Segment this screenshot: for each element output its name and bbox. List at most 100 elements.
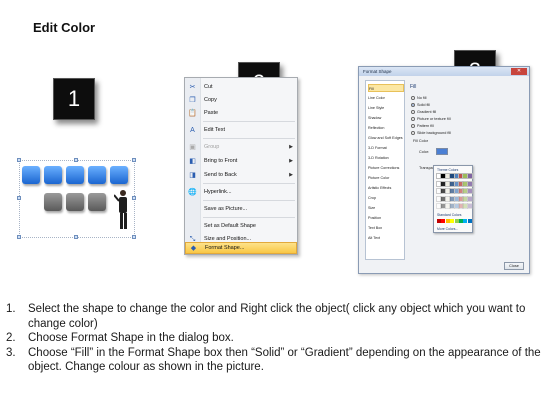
color-swatch[interactable]	[449, 180, 456, 187]
close-button[interactable]: Close	[504, 262, 524, 270]
category-item[interactable]: 3-D Format	[368, 144, 404, 152]
blue-shape[interactable]	[44, 166, 62, 184]
color-picker-button[interactable]	[436, 148, 448, 155]
color-swatch[interactable]	[444, 173, 451, 179]
resize-handle[interactable]	[17, 196, 21, 200]
dialog-titlebar[interactable]: Format Shape ✕	[359, 67, 529, 76]
color-swatch[interactable]	[440, 173, 447, 179]
category-item[interactable]: Picture Color	[368, 174, 404, 182]
color-swatch[interactable]	[453, 195, 460, 202]
category-item[interactable]: Reflection	[368, 124, 404, 132]
menu-item-set-default-shape[interactable]: Set as Default Shape	[185, 220, 297, 232]
color-swatch[interactable]	[436, 195, 442, 202]
category-item[interactable]: 3-D Rotation	[368, 154, 404, 162]
menu-item-hyperlink[interactable]: 🌐 Hyperlink...	[185, 186, 297, 198]
standard-color-swatch[interactable]	[445, 219, 450, 223]
color-swatch[interactable]	[436, 188, 442, 194]
standard-color-swatch[interactable]	[450, 219, 455, 223]
color-swatch[interactable]	[453, 173, 460, 179]
radio-pattern-fill[interactable]: Pattern fill	[411, 124, 434, 128]
radio-no-fill[interactable]: No fill	[411, 96, 427, 100]
resize-handle[interactable]	[74, 235, 78, 239]
color-swatch[interactable]	[440, 180, 447, 187]
blue-shape[interactable]	[110, 166, 128, 184]
menu-item-send-to-back[interactable]: ◨ Send to Back ▶	[185, 169, 297, 181]
resize-handle[interactable]	[132, 235, 136, 239]
radio-gradient-fill[interactable]: Gradient fill	[411, 110, 436, 114]
radio-picture-fill[interactable]: Picture or texture fill	[411, 117, 451, 121]
gray-shape[interactable]	[44, 193, 62, 211]
category-item[interactable]: Crop	[368, 194, 404, 202]
category-item[interactable]: Glow and Soft Edges	[368, 134, 404, 142]
resize-handle[interactable]	[74, 158, 78, 162]
color-swatch[interactable]	[458, 180, 464, 187]
menu-item-save-as-picture[interactable]: Save as Picture...	[185, 203, 297, 215]
color-swatch[interactable]	[449, 173, 456, 179]
color-swatch[interactable]	[462, 180, 469, 187]
color-swatch[interactable]	[458, 195, 464, 202]
color-swatch[interactable]	[449, 188, 456, 194]
color-swatch[interactable]	[440, 195, 447, 202]
color-swatch[interactable]	[466, 173, 473, 179]
category-item[interactable]: Size	[368, 204, 404, 212]
menu-item-format-shape[interactable]: ◆ Format Shape...	[185, 242, 297, 254]
color-swatch[interactable]	[440, 203, 447, 209]
resize-handle[interactable]	[132, 158, 136, 162]
resize-handle[interactable]	[132, 196, 136, 200]
menu-item-paste[interactable]: 📋 Paste	[185, 107, 297, 119]
color-swatch[interactable]	[458, 173, 464, 179]
color-swatch[interactable]	[458, 203, 464, 209]
category-item[interactable]: Picture Corrections	[368, 164, 404, 172]
standard-color-swatch[interactable]	[463, 219, 468, 223]
standard-color-swatch[interactable]	[459, 219, 463, 223]
radio-slide-bg-fill[interactable]: Slide background fill	[411, 131, 451, 135]
menu-item-cut[interactable]: ✂ Cut	[185, 81, 297, 93]
color-swatch[interactable]	[462, 203, 469, 209]
slide-preview[interactable]	[17, 155, 136, 241]
color-swatch[interactable]	[436, 203, 442, 209]
color-swatch[interactable]	[444, 195, 451, 202]
color-swatch[interactable]	[444, 180, 451, 187]
standard-color-swatch[interactable]	[437, 219, 441, 223]
blue-shape[interactable]	[66, 166, 84, 184]
close-icon[interactable]: ✕	[511, 68, 527, 75]
category-item[interactable]: Text Box	[368, 224, 404, 232]
standard-color-swatch[interactable]	[441, 219, 446, 223]
gray-shape[interactable]	[88, 193, 106, 211]
gray-shape[interactable]	[66, 193, 84, 211]
category-item[interactable]: Position	[368, 214, 404, 222]
blue-shape[interactable]	[22, 166, 40, 184]
color-swatch[interactable]	[466, 195, 473, 202]
more-colors-link[interactable]: More Colors...	[437, 227, 458, 231]
resize-handle[interactable]	[17, 158, 21, 162]
menu-item-copy[interactable]: ❐ Copy	[185, 94, 297, 106]
menu-item-bring-to-front[interactable]: ◧ Bring to Front ▶	[185, 155, 297, 167]
category-item[interactable]: Alt Text	[368, 234, 404, 242]
standard-color-swatch[interactable]	[454, 219, 459, 223]
color-swatch[interactable]	[436, 173, 442, 179]
radio-solid-fill[interactable]: Solid fill	[411, 103, 430, 107]
category-fill[interactable]: Fill	[368, 84, 404, 92]
blue-shape[interactable]	[88, 166, 106, 184]
color-swatch[interactable]	[462, 188, 469, 194]
category-item[interactable]: Artistic Effects	[368, 184, 404, 192]
menu-item-edit-text[interactable]: A Edit Text	[185, 124, 297, 136]
category-item[interactable]: Shadow	[368, 114, 404, 122]
color-swatch[interactable]	[444, 188, 451, 194]
category-item[interactable]: Line Color	[368, 94, 404, 102]
menu-item-group[interactable]: ▣ Group ▶	[185, 141, 297, 153]
category-item[interactable]: Line Style	[368, 104, 404, 112]
color-swatch[interactable]	[466, 188, 473, 194]
color-swatch[interactable]	[449, 195, 456, 202]
color-swatch[interactable]	[453, 180, 460, 187]
color-swatch[interactable]	[462, 173, 469, 179]
standard-color-swatch[interactable]	[467, 219, 472, 223]
color-swatch[interactable]	[444, 203, 451, 209]
color-swatch[interactable]	[449, 203, 456, 209]
color-swatch[interactable]	[462, 195, 469, 202]
color-swatch[interactable]	[440, 188, 447, 194]
resize-handle[interactable]	[17, 235, 21, 239]
color-swatch[interactable]	[453, 203, 460, 209]
color-swatch[interactable]	[466, 203, 473, 209]
color-swatch[interactable]	[453, 188, 460, 194]
